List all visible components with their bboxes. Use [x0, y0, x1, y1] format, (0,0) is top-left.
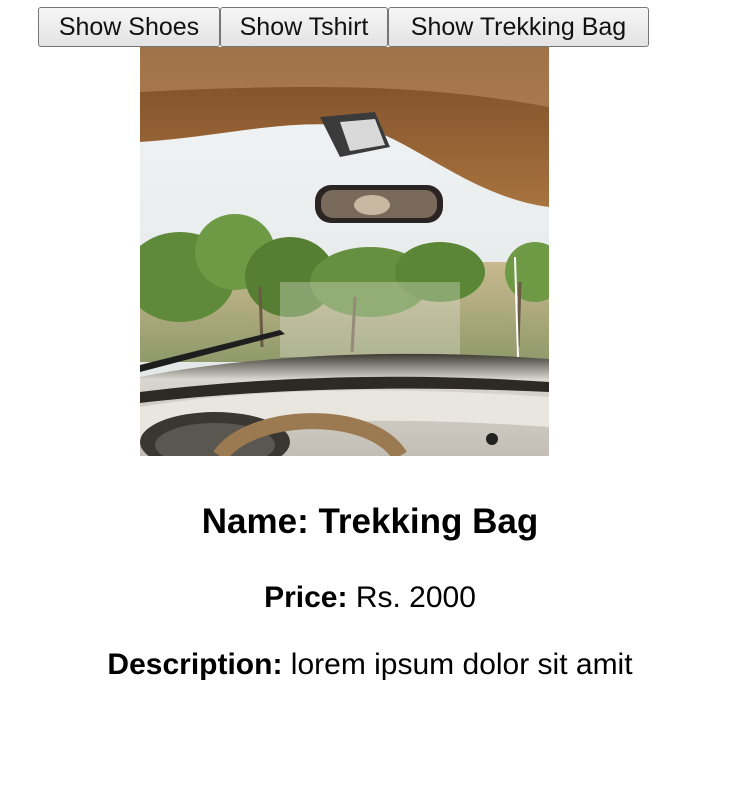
button-row: Show Shoes Show Tshirt Show Trekking Bag [38, 7, 649, 47]
product-name: Name: Trekking Bag [201, 502, 539, 541]
price-label: Price: [264, 581, 348, 614]
product-description: Description: lorem ipsum dolor sit amit [0, 648, 740, 682]
product-image [140, 47, 549, 456]
description-label: Description: [107, 648, 283, 681]
show-trekking-bag-button[interactable]: Show Trekking Bag [388, 7, 649, 47]
product-price: Price: Rs. 2000 [0, 581, 740, 615]
price-value: Rs. 2000 [355, 581, 476, 614]
show-shoes-button[interactable]: Show Shoes [38, 7, 220, 47]
page: Show Shoes Show Tshirt Show Trekking Bag [0, 0, 740, 792]
show-tshirt-button[interactable]: Show Tshirt [220, 7, 388, 47]
description-value: lorem ipsum dolor sit amit [290, 648, 633, 681]
